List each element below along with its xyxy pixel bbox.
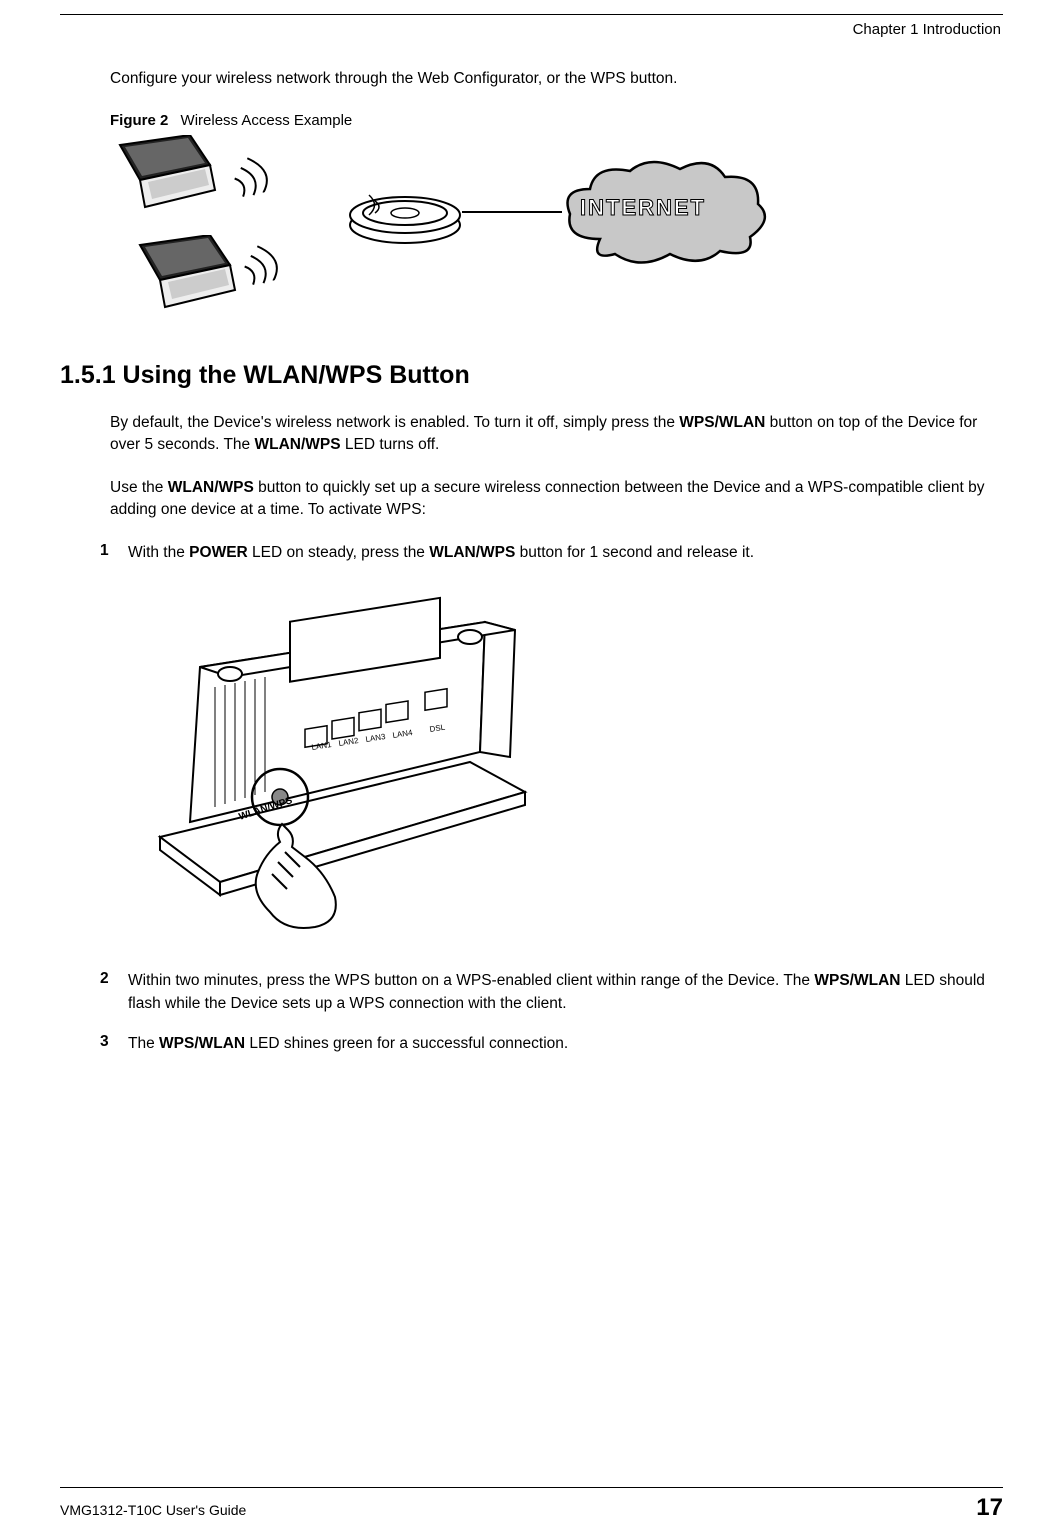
step-item: 3 The WPS/WLAN LED shines green for a su…	[100, 1033, 1001, 1055]
text-fragment: Within two minutes, press the WPS button…	[128, 972, 814, 989]
figure-label-bold: Figure 2	[110, 112, 168, 129]
wifi-signal-icon	[224, 146, 284, 203]
figure-label-text: Wireless Access Example	[181, 112, 353, 129]
text-fragment: button for 1 second and release it.	[515, 544, 754, 561]
step-text: With the POWER LED on steady, press the …	[128, 542, 1001, 564]
step-text: Within two minutes, press the WPS button…	[128, 970, 1001, 1015]
step-item: 1 With the POWER LED on steady, press th…	[100, 542, 1001, 564]
bold-term: WLAN/WPS	[429, 544, 515, 561]
wifi-signal-icon	[234, 234, 294, 291]
page-footer: VMG1312-T10C User's Guide 17	[60, 1479, 1003, 1522]
document-page: Chapter 1 Introduction Configure your wi…	[0, 14, 1063, 1538]
wireless-access-figure: INTERNET	[110, 135, 750, 325]
figure-caption: Figure 2 Wireless Access Example	[110, 112, 1001, 129]
text-fragment: The	[128, 1035, 159, 1052]
footer-rule	[60, 1487, 1003, 1488]
text-fragment: By default, the Device's wireless networ…	[110, 414, 679, 431]
paragraph: Use the WLAN/WPS button to quickly set u…	[110, 477, 1001, 522]
step-number: 3	[100, 1033, 128, 1055]
chapter-header: Chapter 1 Introduction	[0, 21, 1001, 38]
bold-term: WLAN/WPS	[254, 436, 340, 453]
step-text: The WPS/WLAN LED shines green for a succ…	[128, 1033, 1001, 1055]
paragraph: By default, the Device's wireless networ…	[110, 412, 1001, 457]
device-button-figure: LAN1 LAN2 LAN3 LAN4 DSL WLAN/WPS	[130, 582, 550, 942]
laptop-icon	[110, 135, 220, 215]
page-content: Configure your wireless network through …	[110, 68, 1001, 1055]
laptop-icon	[130, 235, 240, 315]
step-item: 2 Within two minutes, press the WPS butt…	[100, 970, 1001, 1015]
text-fragment: LED shines green for a successful connec…	[245, 1035, 568, 1052]
bold-term: WLAN/WPS	[168, 479, 254, 496]
bold-term: WPS/WLAN	[679, 414, 765, 431]
connection-line	[462, 211, 562, 213]
text-fragment: LED turns off.	[341, 436, 440, 453]
step-number: 2	[100, 970, 128, 1015]
footer-row: VMG1312-T10C User's Guide 17	[60, 1494, 1003, 1522]
intro-paragraph: Configure your wireless network through …	[110, 68, 1001, 90]
section-heading: 1.5.1 Using the WLAN/WPS Button	[60, 361, 1001, 390]
footer-page-number: 17	[976, 1494, 1003, 1522]
text-fragment: With the	[128, 544, 189, 561]
text-fragment: Use the	[110, 479, 168, 496]
step-number: 1	[100, 542, 128, 564]
header-rule	[60, 14, 1003, 15]
bold-term: WPS/WLAN	[814, 972, 900, 989]
router-icon	[345, 185, 465, 245]
bold-term: POWER	[189, 544, 248, 561]
text-fragment: LED on steady, press the	[248, 544, 430, 561]
internet-cloud-label: INTERNET	[580, 195, 706, 221]
bold-term: WPS/WLAN	[159, 1035, 245, 1052]
footer-guide-name: VMG1312-T10C User's Guide	[60, 1502, 246, 1518]
